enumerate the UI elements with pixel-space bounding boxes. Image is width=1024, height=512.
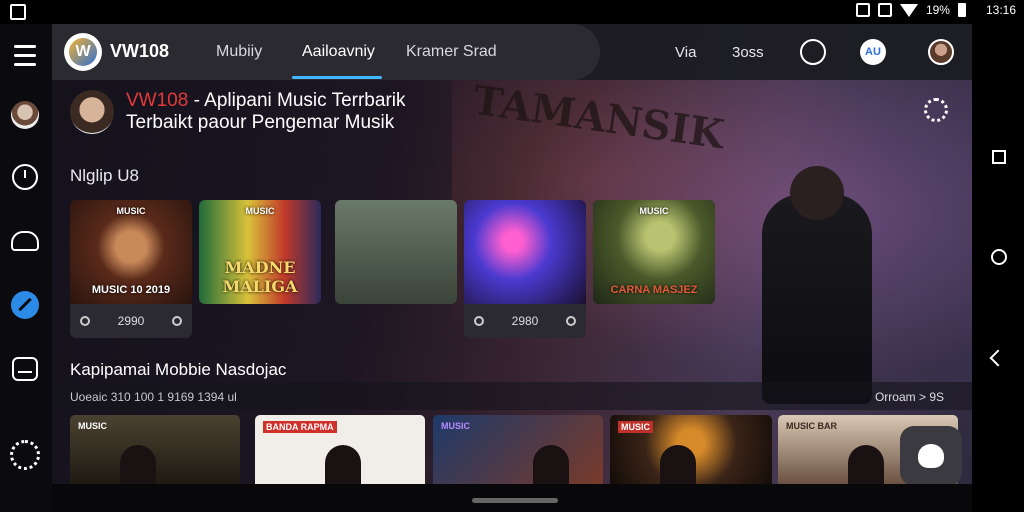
hero-title-rest: - Aplipani Music Terrbarik (188, 90, 406, 111)
app-title: VW108 (110, 41, 170, 61)
card-tag: MUSIC (618, 421, 653, 433)
card-artwork: MUSIC CARNA MASJEZ (593, 200, 715, 304)
profile-icon[interactable] (928, 39, 954, 65)
loading-icon (924, 98, 948, 122)
card-count: 2990 (117, 314, 145, 328)
tab-aailoavniy[interactable]: Aailoavniy (302, 43, 375, 61)
card-meta: 2990 (70, 304, 192, 338)
see-more-link[interactable]: Orroam > 9S (875, 390, 944, 404)
section2-title: Kapipamai Mobbie Nasdojac (70, 360, 287, 379)
card-caption: MADNE MALIGA (222, 258, 298, 296)
like-icon[interactable] (80, 316, 90, 326)
tab-mubiiy[interactable]: Mubiiy (216, 43, 262, 61)
cloud-icon[interactable] (10, 226, 40, 256)
hero-title-brand: VW108 (126, 90, 189, 111)
video-card[interactable]: BANDA RAPMA (255, 415, 425, 485)
section2-subtitle: Uoeaic 310 100 1 9169 1394 ul (70, 390, 237, 404)
menu-icon[interactable] (10, 40, 40, 70)
share-icon[interactable] (171, 316, 182, 326)
battery-icon (957, 3, 966, 17)
card-figure (533, 445, 569, 485)
tab-kramer-srad[interactable]: Kramer Srad (406, 43, 497, 61)
card-figure (325, 445, 361, 485)
logo-mark: W (69, 38, 97, 66)
status-icons: 19% 13:16 (855, 3, 1016, 17)
music-card[interactable]: MUSIC MUSIC 10 2019 2990 (70, 200, 192, 338)
main-content: TAMANSIK W VW108 Mubiiy Aailoavniy Krame… (52, 24, 972, 512)
card-meta: 2980 (464, 304, 586, 338)
card-tag: BANDA RAPMA (263, 421, 337, 433)
card-artwork (464, 200, 586, 304)
card-top-label: MUSIC (245, 206, 275, 216)
chat-bot-icon (918, 444, 944, 468)
status-bar: 19% 13:16 (0, 0, 1024, 24)
card-figure (660, 445, 696, 485)
video-card[interactable]: MUSIC (433, 415, 603, 485)
left-rail (0, 24, 52, 512)
hero-title: VW108 - Aplipani Music Terrbarik Terbaik… (126, 90, 406, 134)
music-card[interactable]: 2980 (464, 200, 586, 338)
search-icon[interactable] (800, 39, 826, 65)
battery-percent: 19% (925, 3, 950, 17)
card-top-label: MUSIC (116, 206, 146, 216)
top-bar: W VW108 Mubiiy Aailoavniy Kramer Srad Vi… (52, 24, 972, 80)
card-tag: MUSIC BAR (786, 421, 837, 431)
card-figure (848, 445, 884, 485)
hero-figure (762, 166, 872, 404)
share-icon[interactable] (565, 316, 576, 326)
recents-button[interactable] (992, 150, 1006, 164)
notification-icon (10, 4, 26, 20)
active-tab-indicator (292, 76, 382, 79)
back-button[interactable] (989, 349, 1007, 367)
chat-fab[interactable] (900, 426, 962, 486)
badge-icon[interactable]: AU (860, 39, 886, 65)
app-notification-icon (855, 3, 870, 17)
home-indicator[interactable] (472, 498, 558, 503)
home-button[interactable] (991, 249, 1007, 265)
bess-link[interactable]: 3oss (732, 44, 764, 61)
app-logo[interactable]: W (64, 33, 102, 71)
video-card[interactable]: MUSIC (70, 415, 240, 485)
card-tag: MUSIC (78, 421, 107, 431)
via-link[interactable]: Via (675, 44, 696, 61)
hero-avatar (70, 90, 114, 134)
avatar (11, 101, 39, 129)
card-artwork (335, 200, 457, 304)
system-nav-bar (972, 24, 1024, 512)
music-card[interactable]: MUSIC CARNA MASJEZ (593, 200, 715, 304)
card-tag: MUSIC (441, 421, 470, 431)
section1-title: Nlglip U8 (70, 166, 139, 185)
music-card[interactable] (335, 200, 457, 304)
vibrate-icon (877, 3, 892, 17)
wifi-icon (899, 3, 918, 17)
clock-icon[interactable] (10, 162, 40, 192)
card-artwork: MUSIC MADNE MALIGA (199, 200, 321, 304)
card-artwork: MUSIC MUSIC 10 2019 (70, 200, 192, 304)
tv-icon[interactable] (10, 354, 40, 384)
video-card[interactable]: MUSIC (610, 415, 772, 485)
like-icon[interactable] (474, 316, 484, 326)
card-caption: MUSIC 10 2019 (91, 284, 171, 296)
hero-title-line2: Terbaikt paour Pengemar Musik (126, 112, 395, 133)
music-card[interactable]: MUSIC MADNE MALIGA (199, 200, 321, 304)
settings-icon[interactable] (10, 440, 40, 470)
card-figure (120, 445, 156, 485)
rail-avatar[interactable] (10, 100, 40, 130)
blocked-icon[interactable] (10, 290, 40, 320)
card-count: 2980 (511, 314, 539, 328)
card-caption: CARNA MASJEZ (610, 284, 698, 296)
clock: 13:16 (985, 3, 1016, 17)
card-top-label: MUSIC (639, 206, 669, 216)
